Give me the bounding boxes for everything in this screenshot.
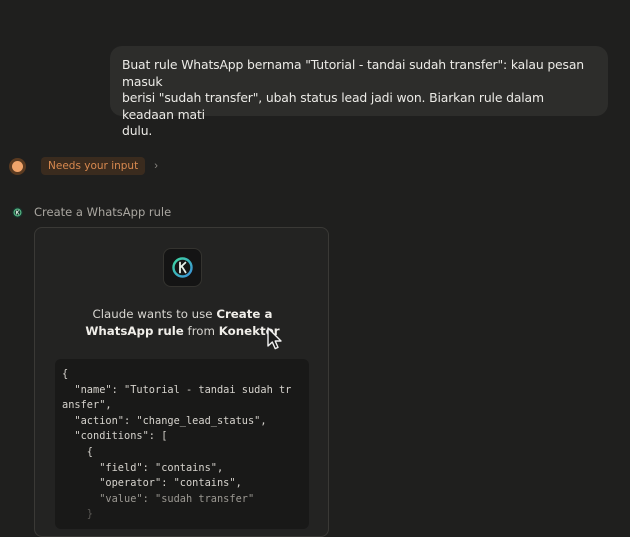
permission-prefix: Claude wants to use (92, 307, 217, 321)
code-line: "action": "change_lead_status", (62, 414, 267, 427)
code-line: ansfer", (62, 399, 112, 412)
status-indicator-icon (12, 160, 23, 172)
user-message-bubble: Buat rule WhatsApp bernama "Tutorial - t… (110, 46, 608, 138)
user-message-text: Buat rule WhatsApp bernama "Tutorial - t… (122, 57, 594, 140)
needs-input-badge[interactable]: Needs your input (41, 157, 146, 175)
user-message-line: berisi "sudah transfer", ubah status lea… (122, 90, 544, 122)
code-line: "operator": "contains", (62, 477, 242, 490)
code-line: { (62, 368, 69, 380)
permission-line-1: Claude wants to use Create a (35, 306, 330, 323)
permission-card: Claude wants to use Create a WhatsApp ru… (34, 227, 329, 537)
konektor-logo-icon (163, 248, 202, 287)
tool-call-label: Create a WhatsApp rule (34, 205, 172, 219)
konektor-small-icon (12, 206, 23, 218)
permission-line-2: WhatsApp rule from Konektor (35, 323, 330, 340)
user-message-line: Buat rule WhatsApp bernama "Tutorial - t… (122, 57, 584, 89)
user-message-line: dulu. (122, 123, 153, 138)
code-line: "field": "contains", (62, 461, 224, 474)
tool-input-code-block[interactable]: { "name": "Tutorial - tandai sudah tr an… (55, 359, 309, 529)
code-line: "conditions": [ (62, 430, 168, 443)
chevron-right-icon[interactable]: › (154, 157, 158, 175)
permission-action: Create a (216, 307, 273, 321)
mouse-pointer-icon (267, 327, 282, 350)
needs-input-row[interactable]: Needs your input › (11, 157, 158, 175)
permission-request-text: Claude wants to use Create a WhatsApp ru… (35, 306, 330, 340)
code-line: "value": "sudah transfer" (62, 492, 255, 505)
permission-middle: from (183, 324, 219, 338)
code-line: "name": "Tutorial - tandai sudah tr (62, 383, 292, 396)
permission-action-cont: WhatsApp rule (85, 324, 184, 338)
code-line: } (62, 508, 93, 521)
code-line: { (62, 445, 93, 458)
tool-call-row[interactable]: Create a WhatsApp rule (12, 204, 171, 220)
